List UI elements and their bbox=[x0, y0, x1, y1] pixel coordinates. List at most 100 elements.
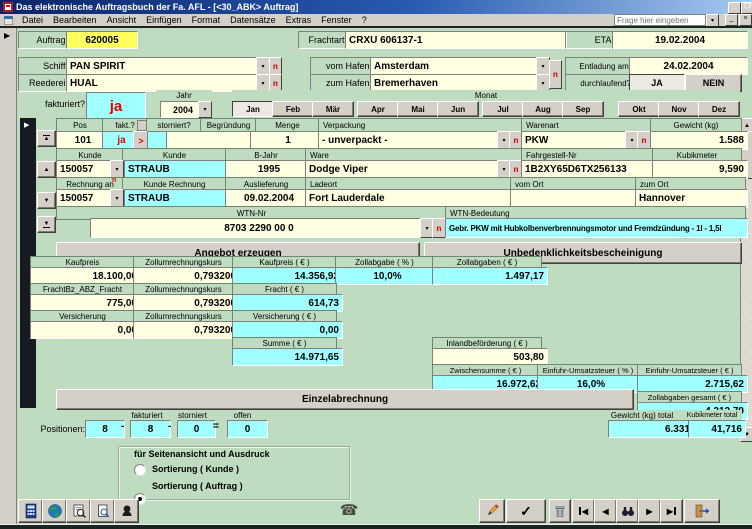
menu-fenster[interactable]: Fenster bbox=[316, 15, 357, 25]
menu-extras[interactable]: Extras bbox=[281, 15, 317, 25]
contact-button[interactable] bbox=[114, 499, 139, 523]
monat-jul-button[interactable]: Jul bbox=[482, 101, 524, 117]
child-close-button[interactable]: × bbox=[739, 14, 752, 26]
offen-count-field[interactable]: 0 bbox=[227, 420, 268, 438]
pencil-icon bbox=[484, 503, 500, 519]
monat-jun-button[interactable]: Jun bbox=[437, 101, 479, 117]
calculator-icon bbox=[23, 503, 39, 519]
monat-apr-button[interactable]: Apr bbox=[357, 101, 399, 117]
wtn-bedeutung-field[interactable]: Gebr. PKW mit Hubkolbenverbrennungsmotor… bbox=[445, 218, 748, 238]
exit-door-icon bbox=[693, 503, 711, 519]
sort-kunde-label[interactable]: Sortierung ( Kunde ) bbox=[152, 464, 312, 474]
search-record-button[interactable] bbox=[616, 499, 639, 523]
menu-datei[interactable]: Datei bbox=[17, 15, 48, 25]
calculator-button[interactable] bbox=[18, 499, 43, 523]
gewicht-total-field[interactable]: 6.331 bbox=[608, 420, 694, 438]
minimize-button[interactable]: _ bbox=[728, 2, 741, 14]
offen-count-label: offen bbox=[215, 410, 270, 420]
jahr-label: Jahr bbox=[156, 90, 212, 101]
person-head-icon bbox=[119, 503, 135, 519]
edit-button[interactable] bbox=[479, 499, 505, 523]
einzelabrechnung-button[interactable]: Einzelabrechnung bbox=[56, 389, 634, 410]
menu-bearbeiten[interactable]: Bearbeiten bbox=[48, 15, 102, 25]
record-first-button[interactable]: ▲ bbox=[37, 130, 56, 147]
maximize-button[interactable]: ❐ bbox=[741, 2, 752, 14]
globe-button[interactable] bbox=[42, 499, 67, 523]
eta-label: ETA: bbox=[565, 31, 618, 49]
trash-icon bbox=[553, 504, 567, 518]
kubikmeter-total-label: Kubikmeter total bbox=[682, 410, 742, 420]
fakturiert-field[interactable]: ja bbox=[86, 92, 146, 120]
summe-field[interactable]: 14.971,65 bbox=[232, 348, 343, 366]
schiff-new-button[interactable]: n bbox=[269, 57, 282, 75]
monat-jan-button[interactable]: Jan bbox=[232, 101, 274, 117]
monat-nov-button[interactable]: Nov bbox=[658, 101, 700, 117]
exit-button[interactable] bbox=[684, 499, 720, 523]
left-icon: ◀ bbox=[582, 507, 588, 516]
menu-einfuegen[interactable]: Einfügen bbox=[141, 15, 187, 25]
rechnung-new-button[interactable]: n bbox=[112, 177, 116, 184]
auftrag-field[interactable]: 620005 bbox=[66, 31, 138, 49]
record-last-button[interactable]: ▼ bbox=[37, 216, 56, 233]
record-down-button[interactable]: ▼ bbox=[37, 192, 56, 209]
sort-groupbox-title: für Seitenansicht und Ausdruck bbox=[134, 449, 334, 459]
frachtart-field[interactable]: CRXU 606137-1 bbox=[345, 31, 567, 49]
schiff-label: Schiff: bbox=[18, 57, 72, 75]
child-minimize-button[interactable]: _ bbox=[725, 14, 738, 26]
positionen-total-field[interactable]: 8 bbox=[85, 420, 125, 438]
print-preview-icon bbox=[71, 503, 87, 519]
menu-datensaetze[interactable]: Datensätze bbox=[225, 15, 281, 25]
monat-dez-button[interactable]: Dez bbox=[698, 101, 740, 117]
wtn-new-button[interactable]: n bbox=[432, 218, 446, 238]
zollabgaben-eur-field[interactable]: 1.497,17 bbox=[432, 267, 548, 285]
page-search-button[interactable] bbox=[90, 499, 115, 523]
kubikmeter-total-field[interactable]: 41,716 bbox=[688, 420, 746, 438]
auftrag-label: Auftrag: bbox=[18, 31, 72, 49]
menu-help[interactable]: ? bbox=[357, 15, 372, 25]
delete-button[interactable] bbox=[549, 499, 571, 523]
monat-okt-button[interactable]: Okt bbox=[618, 101, 660, 117]
storniert-count-field[interactable]: 0 bbox=[177, 420, 216, 438]
record-arrow-icon: ▶ bbox=[4, 31, 10, 40]
previous-record-button[interactable]: ◀ bbox=[594, 499, 617, 523]
last-record-button[interactable]: ▶ bbox=[660, 499, 683, 523]
hafen-new-button[interactable]: n bbox=[549, 60, 562, 89]
right-icon: ▶ bbox=[667, 507, 673, 516]
check-icon: ✓ bbox=[520, 503, 532, 520]
sort-auftrag-label[interactable]: Sortierung ( Auftrag ) bbox=[152, 481, 312, 491]
versicherung-field[interactable]: 0,00 bbox=[30, 321, 141, 339]
search-input[interactable] bbox=[614, 14, 706, 26]
monat-aug-button[interactable]: Aug bbox=[522, 101, 564, 117]
schiff-field[interactable]: PAN SPIRIT bbox=[66, 57, 264, 75]
next-record-button[interactable]: ▶ bbox=[638, 499, 661, 523]
confirm-button[interactable]: ✓ bbox=[506, 499, 546, 523]
menu-ansicht[interactable]: Ansicht bbox=[102, 15, 142, 25]
kurs3-field[interactable]: 0,793200 bbox=[133, 321, 240, 339]
schiff-dropdown-icon[interactable]: ▾ bbox=[256, 57, 270, 75]
frachtart-label: Frachtart: bbox=[298, 31, 351, 49]
equals-sign: = bbox=[213, 421, 219, 432]
zollabgabe-pct-field[interactable]: 10,0% bbox=[335, 267, 440, 285]
first-record-button[interactable]: ◀ bbox=[572, 499, 595, 523]
entladung-field[interactable]: 24.02.2004 bbox=[629, 57, 748, 75]
phone-button[interactable]: ☎ bbox=[336, 498, 362, 522]
eta-field[interactable]: 19.02.2004 bbox=[612, 31, 748, 49]
sort-kunde-radio[interactable] bbox=[134, 464, 146, 476]
print-preview-button[interactable] bbox=[66, 499, 91, 523]
record-up-button[interactable]: ▲ bbox=[37, 161, 56, 178]
vom-hafen-field[interactable]: Amsterdam bbox=[370, 57, 544, 75]
monat-sep-button[interactable]: Sep bbox=[562, 101, 604, 117]
monat-mai-button[interactable]: Mai bbox=[397, 101, 439, 117]
menu-format[interactable]: Format bbox=[187, 15, 226, 25]
fakturiert-count-field[interactable]: 8 bbox=[130, 420, 171, 438]
minus-sign: - bbox=[121, 421, 124, 432]
vom-hafen-dropdown-icon[interactable]: ▾ bbox=[536, 57, 550, 75]
entladung-label: Entladung am: bbox=[565, 57, 635, 75]
search-dropdown-icon[interactable]: ▾ bbox=[706, 14, 719, 27]
positionen-label: Positionen: bbox=[28, 422, 88, 436]
monat-maer-button[interactable]: Mär bbox=[312, 101, 354, 117]
jahr-dropdown-icon[interactable]: ▾ bbox=[198, 101, 212, 118]
wtn-nr-field[interactable]: 8703 2290 00 0 bbox=[90, 218, 428, 238]
application-window: Das elektronische Auftragsbuch der Fa. A… bbox=[0, 0, 752, 529]
monat-feb-button[interactable]: Feb bbox=[272, 101, 314, 117]
